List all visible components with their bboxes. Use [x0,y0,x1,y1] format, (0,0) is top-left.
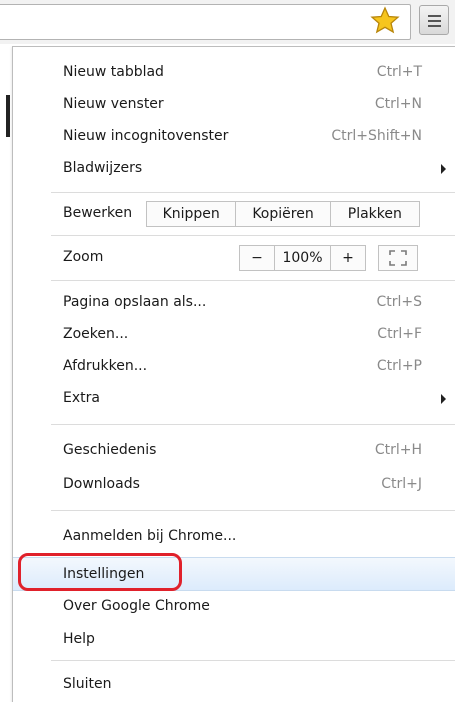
menu-item-tools[interactable]: Extra [13,383,455,415]
menu-item-new-tab[interactable]: Nieuw tabblad Ctrl+T [13,57,455,89]
menu-item-label: Pagina opslaan als... [63,294,207,310]
menu-item-label: Over Google Chrome [63,598,210,614]
menu-item-shortcut: Ctrl+J [381,476,422,492]
menu-item-shortcut: Ctrl+N [374,96,422,112]
menu-item-history[interactable]: Geschiedenis Ctrl+H [13,435,455,467]
menu-item-label: Bladwijzers [63,160,143,176]
menu-item-label: Help [63,631,95,647]
menu-item-shortcut: Ctrl+P [376,358,422,374]
zoom-out-button[interactable]: − [240,246,275,270]
menu-separator [51,510,455,511]
menu-item-shortcut: Ctrl+F [377,326,422,342]
zoom-control: − 100% + [239,245,366,271]
menu-item-label: Geschiedenis [63,442,157,458]
menu-item-label: Extra [63,390,100,406]
cut-button[interactable]: Knippen [147,202,237,226]
zoom-label: Zoom [63,249,104,265]
menu-row-edit: Bewerken Knippen Kopiëren Plakken [13,197,455,231]
menu-separator [51,280,455,281]
page-edge-mark [6,95,10,137]
menu-item-label: Sluiten [63,676,112,692]
menu-item-sign-in[interactable]: Aanmelden bij Chrome... [13,521,455,553]
menu-item-label: Aanmelden bij Chrome... [63,528,237,544]
menu-item-label: Zoeken... [63,326,129,342]
menu-item-shortcut: Ctrl+T [376,64,422,80]
menu-item-bookmarks[interactable]: Bladwijzers [13,153,455,185]
star-icon[interactable] [370,6,400,34]
menu-item-label: Afdrukken... [63,358,148,374]
menu-item-downloads[interactable]: Downloads Ctrl+J [13,469,455,501]
browser-toolbar [0,0,455,44]
menu-item-label: Downloads [63,476,140,492]
menu-separator [51,424,455,425]
menu-item-label: Nieuw incognitovenster [63,128,229,144]
chevron-right-icon [441,164,446,174]
menu-item-new-window[interactable]: Nieuw venster Ctrl+N [13,89,455,121]
address-bar[interactable] [0,4,411,40]
menu-item-label: Nieuw tabblad [63,64,164,80]
menu-item-shortcut: Ctrl+Shift+N [331,128,422,144]
zoom-level: 100% [275,246,331,270]
paste-button[interactable]: Plakken [331,202,419,226]
menu-separator [51,235,455,236]
zoom-in-button[interactable]: + [331,246,365,270]
menu-item-save-page[interactable]: Pagina opslaan als... Ctrl+S [13,287,455,319]
menu-item-print[interactable]: Afdrukken... Ctrl+P [13,351,455,383]
menu-separator [51,660,455,661]
fullscreen-icon[interactable] [378,245,418,271]
chrome-menu: Nieuw tabblad Ctrl+T Nieuw venster Ctrl+… [12,46,455,702]
chevron-right-icon [441,394,446,404]
menu-separator [51,192,455,193]
hamburger-menu-icon[interactable] [419,5,449,35]
edit-label: Bewerken [63,205,133,221]
menu-item-about-chrome[interactable]: Over Google Chrome [13,591,455,623]
annotation-highlight-circle [18,553,182,591]
copy-button[interactable]: Kopiëren [236,202,331,226]
menu-item-new-incognito-window[interactable]: Nieuw incognitovenster Ctrl+Shift+N [13,121,455,153]
menu-item-shortcut: Ctrl+S [376,294,422,310]
menu-item-label: Nieuw venster [63,96,164,112]
menu-item-shortcut: Ctrl+H [374,442,422,458]
menu-item-find[interactable]: Zoeken... Ctrl+F [13,319,455,351]
menu-item-help[interactable]: Help [13,624,455,656]
menu-row-zoom: Zoom − 100% + [13,241,455,275]
menu-item-exit[interactable]: Sluiten [13,669,455,701]
edit-button-group: Knippen Kopiëren Plakken [146,201,420,227]
